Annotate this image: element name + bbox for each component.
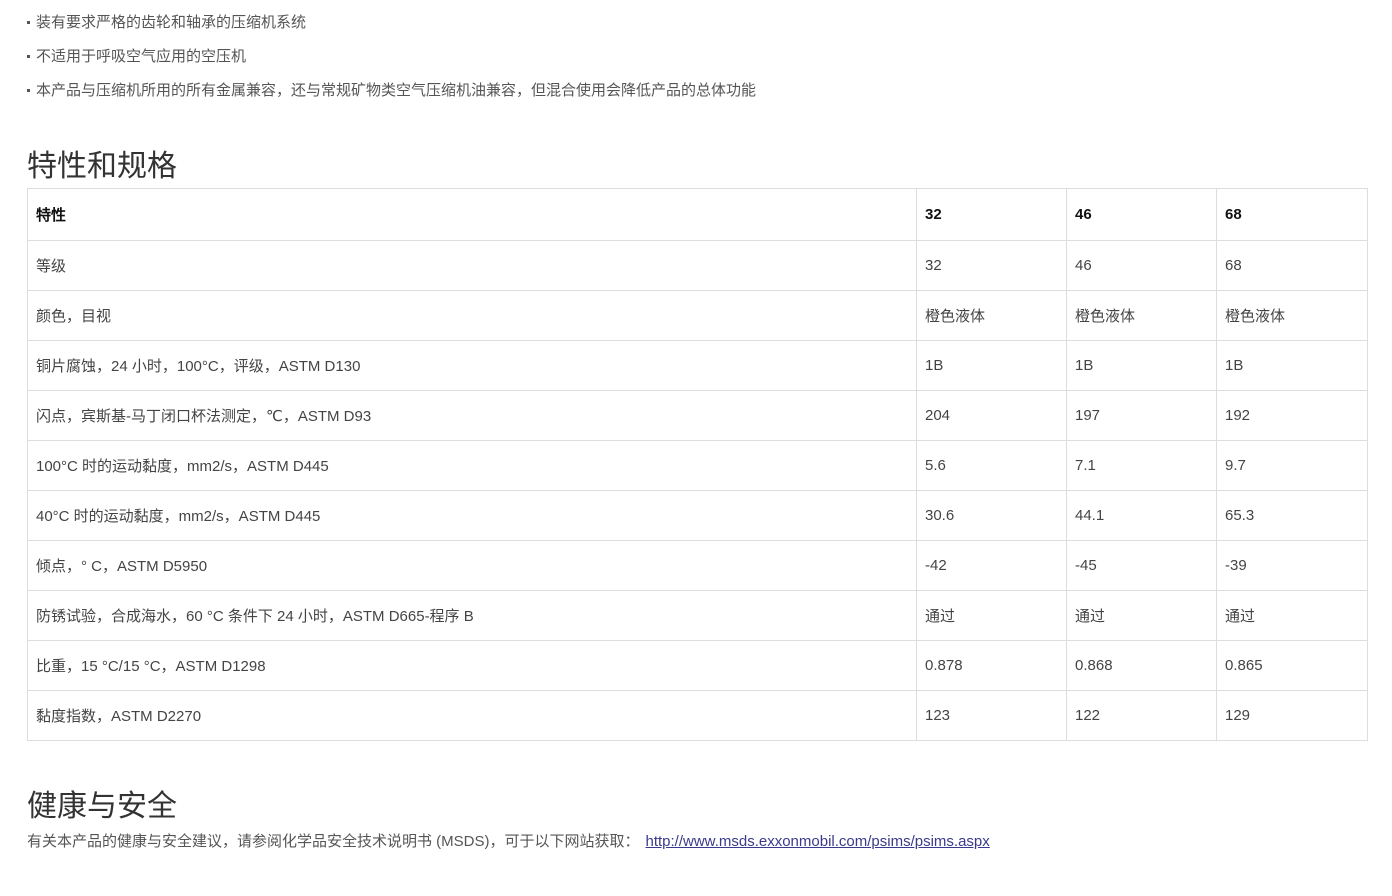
bullet-item: 装有要求严格的齿轮和轴承的压缩机系统 bbox=[27, 6, 756, 40]
cell-property: 闪点，宾斯基-马丁闭口杯法测定，℃，ASTM D93 bbox=[27, 390, 917, 441]
table-row: 铜片腐蚀，24 小时，100°C，评级，ASTM D130 1B 1B 1B bbox=[27, 340, 1368, 391]
cell-property: 铜片腐蚀，24 小时，100°C，评级，ASTM D130 bbox=[27, 340, 917, 391]
table-row: 防锈试验，合成海水，60 °C 条件下 24 小时，ASTM D665-程序 B… bbox=[27, 590, 1368, 641]
header-grade-68: 68 bbox=[1216, 188, 1368, 241]
bullet-dot-icon bbox=[27, 20, 30, 24]
cell-grade-32: 0.878 bbox=[916, 640, 1067, 691]
header-grade-32: 32 bbox=[916, 188, 1067, 241]
cell-grade-32: 123 bbox=[916, 690, 1067, 741]
bullet-text: 不适用于呼吸空气应用的空压机 bbox=[36, 48, 247, 65]
cell-grade-32: 橙色液体 bbox=[916, 290, 1067, 341]
table-row: 比重，15 °C/15 °C，ASTM D1298 0.878 0.868 0.865 bbox=[27, 640, 1368, 691]
bullet-text: 装有要求严格的齿轮和轴承的压缩机系统 bbox=[36, 14, 307, 31]
msds-link[interactable]: http://www.msds.exxonmobil.com/psims/psi… bbox=[646, 833, 990, 850]
specs-table-body: 等级 32 46 68 颜色，目视 橙色液体 橙色液体 橙色液体 铜片腐蚀，24 小时，100°… bbox=[27, 240, 1368, 741]
application-bullet-list: 装有要求严格的齿轮和轴承的压缩机系统 不适用于呼吸空气应用的空压机 本产品与压缩… bbox=[27, 6, 756, 108]
cell-grade-32: 通过 bbox=[916, 590, 1067, 641]
cell-grade-68: -39 bbox=[1216, 540, 1368, 591]
table-header-row: 特性 32 46 68 bbox=[27, 188, 1368, 241]
cell-grade-46: 通过 bbox=[1066, 590, 1217, 641]
safety-paragraph: 有关本产品的健康与安全建议，请参阅化学品安全技术说明书 (MSDS)，可于以下网… bbox=[27, 830, 990, 851]
cell-grade-68: 9.7 bbox=[1216, 440, 1368, 491]
cell-grade-68: 192 bbox=[1216, 390, 1368, 441]
header-grade-46: 46 bbox=[1066, 188, 1217, 241]
cell-grade-32: 1B bbox=[916, 340, 1067, 391]
cell-grade-46: -45 bbox=[1066, 540, 1217, 591]
cell-grade-46: 7.1 bbox=[1066, 440, 1217, 491]
bullet-item: 本产品与压缩机所用的所有金属兼容，还与常规矿物类空气压缩机油兼容，但混合使用会降… bbox=[27, 74, 756, 108]
cell-grade-32: 30.6 bbox=[916, 490, 1067, 541]
cell-grade-46: 1B bbox=[1066, 340, 1217, 391]
cell-grade-46: 橙色液体 bbox=[1066, 290, 1217, 341]
cell-grade-46: 197 bbox=[1066, 390, 1217, 441]
table-row: 等级 32 46 68 bbox=[27, 240, 1368, 291]
cell-grade-68: 68 bbox=[1216, 240, 1368, 291]
cell-property: 黏度指数，ASTM D2270 bbox=[27, 690, 917, 741]
cell-grade-32: 5.6 bbox=[916, 440, 1067, 491]
cell-grade-32: 32 bbox=[916, 240, 1067, 291]
specs-table: 特性 32 46 68 等级 32 46 68 颜色，目视 橙色液体 橙色液体 橙色液体 铜片腐… bbox=[27, 188, 1368, 741]
table-row: 颜色，目视 橙色液体 橙色液体 橙色液体 bbox=[27, 290, 1368, 341]
cell-grade-68: 129 bbox=[1216, 690, 1368, 741]
table-row: 黏度指数，ASTM D2270 123 122 129 bbox=[27, 690, 1368, 741]
cell-grade-46: 46 bbox=[1066, 240, 1217, 291]
cell-grade-68: 橙色液体 bbox=[1216, 290, 1368, 341]
cell-grade-46: 122 bbox=[1066, 690, 1217, 741]
cell-property: 比重，15 °C/15 °C，ASTM D1298 bbox=[27, 640, 917, 691]
cell-grade-68: 65.3 bbox=[1216, 490, 1368, 541]
header-property: 特性 bbox=[27, 188, 917, 241]
safety-text: 有关本产品的健康与安全建议，请参阅化学品安全技术说明书 (MSDS)，可于以下网… bbox=[27, 833, 640, 850]
bullet-text: 本产品与压缩机所用的所有金属兼容，还与常规矿物类空气压缩机油兼容，但混合使用会降… bbox=[36, 82, 757, 99]
bullet-dot-icon bbox=[27, 54, 30, 58]
table-row: 40°C 时的运动黏度，mm2/s，ASTM D445 30.6 44.1 65.3 bbox=[27, 490, 1368, 541]
bullet-item: 不适用于呼吸空气应用的空压机 bbox=[27, 40, 756, 74]
specs-heading: 特性和规格 bbox=[27, 149, 177, 184]
cell-property: 100°C 时的运动黏度，mm2/s，ASTM D445 bbox=[27, 440, 917, 491]
table-row: 100°C 时的运动黏度，mm2/s，ASTM D445 5.6 7.1 9.7 bbox=[27, 440, 1368, 491]
cell-property: 等级 bbox=[27, 240, 917, 291]
cell-grade-46: 0.868 bbox=[1066, 640, 1217, 691]
cell-grade-32: 204 bbox=[916, 390, 1067, 441]
cell-grade-68: 通过 bbox=[1216, 590, 1368, 641]
cell-grade-46: 44.1 bbox=[1066, 490, 1217, 541]
cell-property: 防锈试验，合成海水，60 °C 条件下 24 小时，ASTM D665-程序 B bbox=[27, 590, 917, 641]
safety-heading: 健康与安全 bbox=[27, 789, 177, 824]
cell-property: 颜色，目视 bbox=[27, 290, 917, 341]
cell-grade-32: -42 bbox=[916, 540, 1067, 591]
bullet-dot-icon bbox=[27, 88, 30, 92]
cell-property: 倾点，° C，ASTM D5950 bbox=[27, 540, 917, 591]
table-row: 倾点，° C，ASTM D5950 -42 -45 -39 bbox=[27, 540, 1368, 591]
cell-grade-68: 1B bbox=[1216, 340, 1368, 391]
cell-property: 40°C 时的运动黏度，mm2/s，ASTM D445 bbox=[27, 490, 917, 541]
table-row: 闪点，宾斯基-马丁闭口杯法测定，℃，ASTM D93 204 197 192 bbox=[27, 390, 1368, 441]
cell-grade-68: 0.865 bbox=[1216, 640, 1368, 691]
